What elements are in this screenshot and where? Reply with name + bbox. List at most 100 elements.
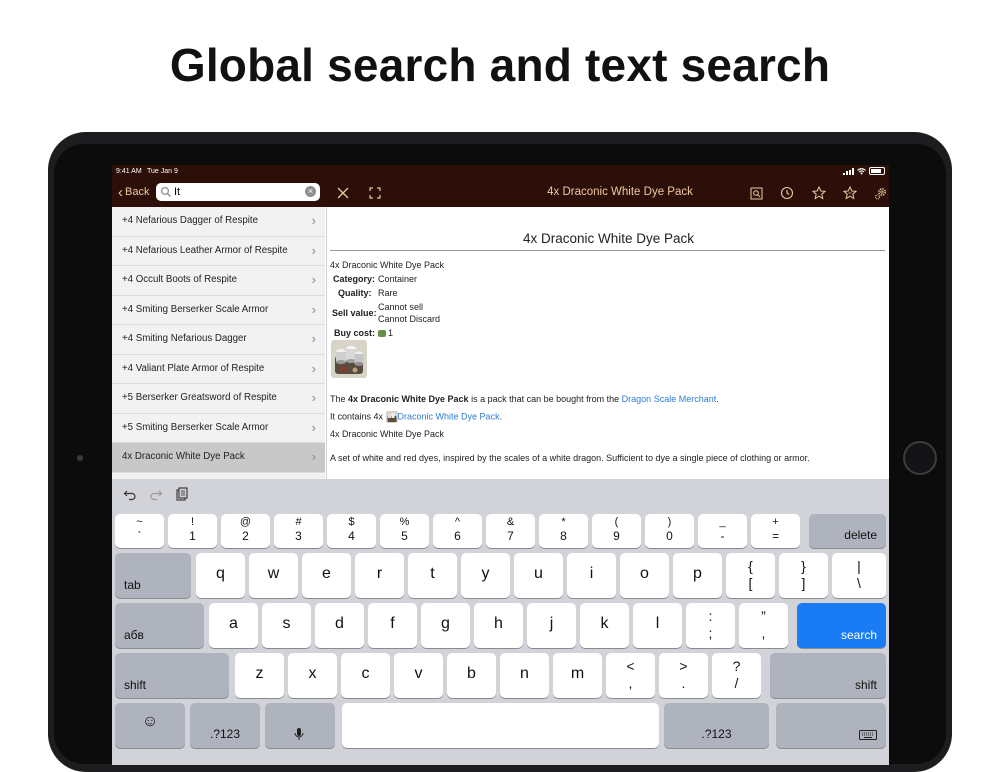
dismiss-keyboard-key[interactable] [776, 703, 886, 748]
list-item-label: +4 Valiant Plate Armor of Respite [122, 362, 265, 374]
key-d[interactable]: d [315, 603, 364, 648]
key-e[interactable]: e [302, 553, 351, 598]
key-backslash[interactable]: | \ [832, 553, 886, 598]
key-p[interactable]: p [673, 553, 722, 598]
back-button[interactable]: ‹ Back [118, 185, 149, 200]
key-slash[interactable]: ? / [712, 653, 761, 698]
list-item[interactable]: +5 Smiting Berserker Scale Armor › [112, 414, 325, 443]
key-i[interactable]: i [567, 553, 616, 598]
key-u[interactable]: u [514, 553, 563, 598]
key-c[interactable]: c [341, 653, 390, 698]
search-key[interactable]: search [797, 603, 886, 648]
key-x[interactable]: x [288, 653, 337, 698]
dictation-key[interactable] [265, 703, 335, 748]
key-minus[interactable]: _ - [698, 514, 747, 548]
key-shift-char: ) [667, 516, 672, 528]
list-item[interactable]: +4 Smiting Nefarious Dagger › [112, 325, 325, 355]
key-semicolon[interactable]: :; [686, 603, 735, 648]
emoji-key[interactable]: ☺ [115, 703, 185, 748]
search-field[interactable]: × [156, 183, 320, 201]
shift-key-left[interactable]: shift [115, 653, 229, 698]
key-g[interactable]: g [421, 603, 470, 648]
key-shift-char: % [399, 516, 410, 528]
list-item[interactable]: +4 Occult Boots of Respite › [112, 266, 325, 296]
shift-key-right[interactable]: shift [770, 653, 886, 698]
key-5[interactable]: % 5 [380, 514, 429, 548]
key-9[interactable]: (9 [592, 514, 641, 548]
favorites-list-button[interactable] [840, 183, 860, 203]
key-bracket-left[interactable]: {[ [726, 553, 775, 598]
key-3[interactable]: #3 [274, 514, 323, 548]
key-q[interactable]: q [196, 553, 245, 598]
key-l[interactable]: l [633, 603, 682, 648]
list-item[interactable]: +4 Nefarious Dagger of Respite › [112, 207, 325, 237]
key-b[interactable]: b [447, 653, 496, 698]
dye-pack-link[interactable]: Draconic White Dye Pack [398, 411, 500, 421]
list-item[interactable]: +4 Valiant Plate Armor of Respite › [112, 355, 325, 384]
search-input[interactable] [174, 185, 299, 199]
key-h[interactable]: h [474, 603, 523, 648]
key-char: . [681, 675, 686, 691]
key-equals[interactable]: + = [751, 514, 800, 548]
key-o[interactable]: o [620, 553, 669, 598]
key-char: x [308, 665, 317, 682]
key-quote[interactable]: ”, [739, 603, 788, 648]
key-0[interactable]: ) 0 [645, 514, 694, 548]
key-w[interactable]: w [249, 553, 298, 598]
list-item[interactable]: +5 Berserker Greatsword of Respite › [112, 384, 325, 414]
list-item[interactable]: +4 Smiting Berserker Scale Armor › [112, 296, 325, 325]
key-t[interactable]: t [408, 553, 457, 598]
key-y[interactable]: y [461, 553, 510, 598]
key-char: 5 [401, 529, 408, 543]
key-s[interactable]: s [262, 603, 311, 648]
key-a[interactable]: a [209, 603, 258, 648]
language-key[interactable]: абв [115, 603, 204, 648]
key-comma[interactable]: <, [606, 653, 655, 698]
undo-button[interactable] [123, 487, 137, 501]
favorite-button[interactable] [809, 183, 829, 203]
numbers-key-label: .?123 [701, 727, 732, 741]
key-z[interactable]: z [235, 653, 284, 698]
clear-search-icon[interactable]: × [305, 186, 316, 197]
find-in-page-button[interactable] [746, 183, 766, 203]
key-f[interactable]: f [368, 603, 417, 648]
key-7[interactable]: & 7 [486, 514, 535, 548]
list-item-selected[interactable]: 4x Draconic White Dye Pack › [112, 443, 325, 473]
key-backtick[interactable]: ~ ` [115, 514, 164, 548]
key-1[interactable]: ! 1 [168, 514, 217, 548]
delete-key[interactable]: delete [809, 514, 886, 548]
history-button[interactable] [777, 183, 797, 203]
key-2[interactable]: @2 [221, 514, 270, 548]
merchant-link[interactable]: Dragon Scale Merchant [622, 394, 717, 404]
microphone-icon [294, 728, 304, 740]
settings-button[interactable] [871, 183, 889, 203]
key-char: k [600, 615, 609, 632]
paste-button[interactable] [175, 487, 189, 501]
key-n[interactable]: n [500, 653, 549, 698]
numbers-key-right[interactable]: .?123 [664, 703, 769, 748]
numbers-key-left[interactable]: .?123 [190, 703, 260, 748]
key-6[interactable]: ^ 6 [433, 514, 482, 548]
status-icons [843, 167, 885, 175]
fullscreen-button[interactable] [365, 183, 385, 203]
close-button[interactable] [333, 183, 353, 203]
key-8[interactable]: * 8 [539, 514, 588, 548]
key-j[interactable]: j [527, 603, 576, 648]
key-k[interactable]: k [580, 603, 629, 648]
key-char: i [589, 565, 594, 582]
desc-text: . [716, 394, 719, 404]
key-period[interactable]: >. [659, 653, 708, 698]
category-value: Container [378, 274, 418, 284]
redo-button[interactable] [149, 487, 163, 501]
tab-key[interactable]: tab [115, 553, 191, 598]
key-v[interactable]: v [394, 653, 443, 698]
key-bracket-right[interactable]: }] [779, 553, 828, 598]
key-4[interactable]: $4 [327, 514, 376, 548]
key-char: s [282, 615, 291, 632]
list-item[interactable]: +4 Nefarious Leather Armor of Respite › [112, 237, 325, 266]
key-m[interactable]: m [553, 653, 602, 698]
key-r[interactable]: r [355, 553, 404, 598]
list-item-label: +5 Berserker Greatsword of Respite [122, 392, 277, 403]
home-button[interactable] [903, 441, 937, 475]
space-key[interactable] [342, 703, 659, 748]
